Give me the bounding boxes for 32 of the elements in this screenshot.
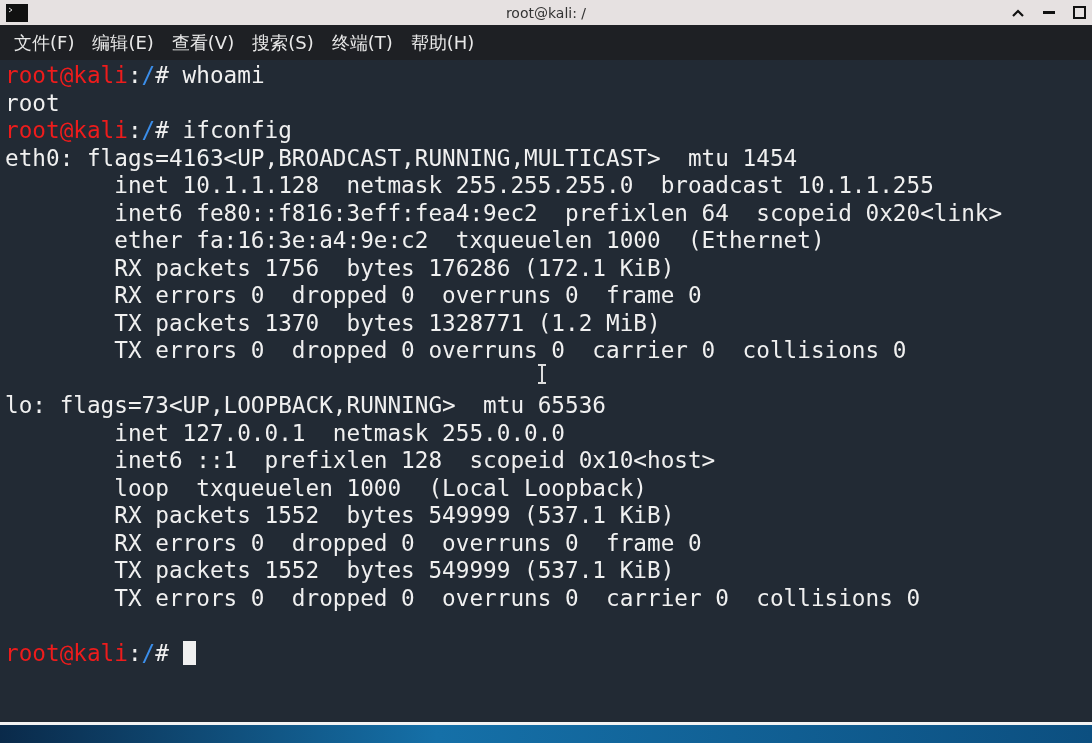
caret-up-icon[interactable]	[1011, 7, 1025, 18]
terminal-line: ether fa:16:3e:a4:9e:c2 txqueuelen 1000 (Ethernet)	[113, 227, 826, 255]
terminal-line: RX errors 0 dropped 0 overruns 0 frame 0	[113, 282, 703, 310]
minimize-icon[interactable]	[1043, 10, 1055, 15]
terminal-line: eth0: flags=4163<UP,BROADCAST,RUNNING,MULTICAST> mtu 1454	[5, 144, 799, 172]
menu-item[interactable]: 帮助(H)	[410, 30, 475, 55]
terminal-line: TX errors 0 dropped 0 overruns 0 carrier 0 collisions 0	[113, 337, 908, 365]
maximize-icon[interactable]	[1073, 6, 1086, 19]
terminal-line: inet 10.1.1.128 netmask 255.255.255.0 broadcast 10.1.1.255	[113, 172, 935, 200]
menu-item[interactable]: 搜索(S)	[252, 30, 314, 55]
terminal-icon	[6, 3, 28, 22]
text-cursor-icon	[537, 364, 547, 384]
terminal-line: RX packets 1756 bytes 176286 (172.1 KiB)	[113, 254, 676, 282]
terminal-line: root@kali:/# whoami	[5, 62, 266, 90]
terminal-line: inet6 fe80::f816:3eff:fea4:9ec2 prefixlen 64 scopeid 0x20<link>	[113, 199, 1004, 227]
menu-item[interactable]: 编辑(E)	[92, 30, 154, 55]
terminal-line: inet 127.0.0.1 netmask 255.0.0.0	[113, 419, 567, 447]
terminal-line: inet6 ::1 prefixlen 128 scopeid 0x10<host>	[113, 447, 717, 475]
terminal-line: root	[5, 89, 61, 117]
terminal-line: RX errors 0 dropped 0 overruns 0 frame 0	[113, 529, 703, 557]
terminal-line: TX packets 1552 bytes 549999 (537.1 KiB)	[113, 557, 676, 585]
terminal-line: root@kali:/#	[5, 639, 1092, 667]
window-title: root@kali: /	[505, 4, 587, 21]
terminal-line: TX errors 0 dropped 0 overruns 0 carrier 0 collisions 0	[113, 584, 922, 612]
terminal-line: root@kali:/# ifconfig	[5, 117, 293, 145]
terminal-line: RX packets 1552 bytes 549999 (537.1 KiB)	[113, 502, 676, 530]
menu-item[interactable]: 终端(T)	[331, 30, 393, 55]
terminal-line: loop txqueuelen 1000 (Local Loopback)	[113, 474, 648, 502]
menu-item[interactable]: 文件(F)	[14, 30, 75, 55]
terminal-line: lo: flags=73<UP,LOOPBACK,RUNNING> mtu 65536	[5, 392, 607, 420]
menu-item[interactable]: 查看(V)	[171, 30, 235, 55]
terminal-line: TX packets 1370 bytes 1328771 (1.2 MiB)	[113, 309, 662, 337]
